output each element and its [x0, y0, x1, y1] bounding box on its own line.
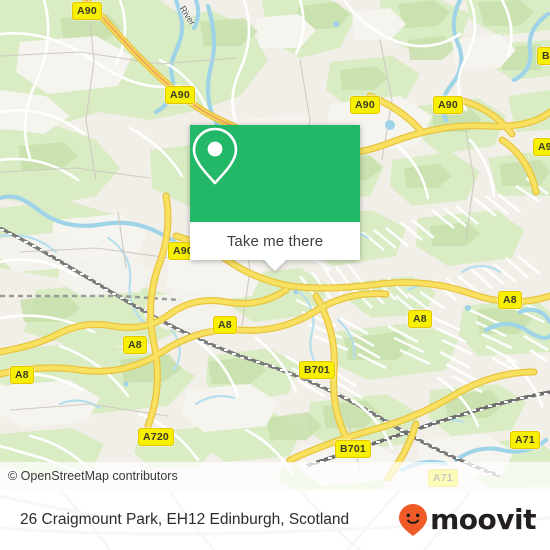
osm-attribution-bar: © OpenStreetMap contributors [0, 462, 550, 490]
moovit-logo[interactable]: moovit [398, 503, 536, 537]
location-popup[interactable]: Take me there [190, 125, 360, 271]
road-shield-b701[interactable]: B701 [299, 361, 335, 379]
moovit-map-screen: River A90 A90 A90 A90 B9 A90 A90 A8 A8 A… [0, 0, 550, 550]
road-shield-a71[interactable]: A71 [510, 431, 540, 449]
footer-address-text: 26 Craigmount Park, EH12 Edinburgh, Scot… [20, 511, 350, 528]
road-shield-a8[interactable]: A8 [123, 336, 147, 354]
road-shield-a720[interactable]: A720 [138, 428, 174, 446]
road-shield-a8[interactable]: A8 [213, 316, 237, 334]
road-shield-a8[interactable]: A8 [498, 291, 522, 309]
popup-pointer [264, 260, 286, 271]
moovit-pin-icon [399, 504, 428, 536]
osm-attribution-text: © OpenStreetMap contributors [8, 469, 178, 483]
road-shield-a90[interactable]: A90 [433, 96, 463, 114]
road-shield-b701[interactable]: B701 [335, 440, 371, 458]
road-shield-a8[interactable]: A8 [10, 366, 34, 384]
map-pin-icon [192, 127, 238, 185]
road-shield-a90[interactable]: A90 [165, 86, 195, 104]
popup-header [190, 125, 360, 222]
road-shield-b9[interactable]: B9 [537, 47, 550, 65]
take-me-there-button[interactable]: Take me there [190, 222, 360, 260]
road-shield-a90[interactable]: A90 [533, 138, 550, 156]
map-canvas[interactable]: River A90 A90 A90 A90 B9 A90 A90 A8 A8 A… [0, 0, 550, 490]
take-me-there-label: Take me there [226, 232, 324, 250]
road-shield-a90[interactable]: A90 [350, 96, 380, 114]
footer-bar: 26 Craigmount Park, EH12 Edinburgh, Scot… [0, 490, 550, 550]
road-shield-a90[interactable]: A90 [72, 2, 102, 20]
moovit-wordmark: moovit [430, 503, 536, 536]
road-shield-a8[interactable]: A8 [408, 310, 432, 328]
